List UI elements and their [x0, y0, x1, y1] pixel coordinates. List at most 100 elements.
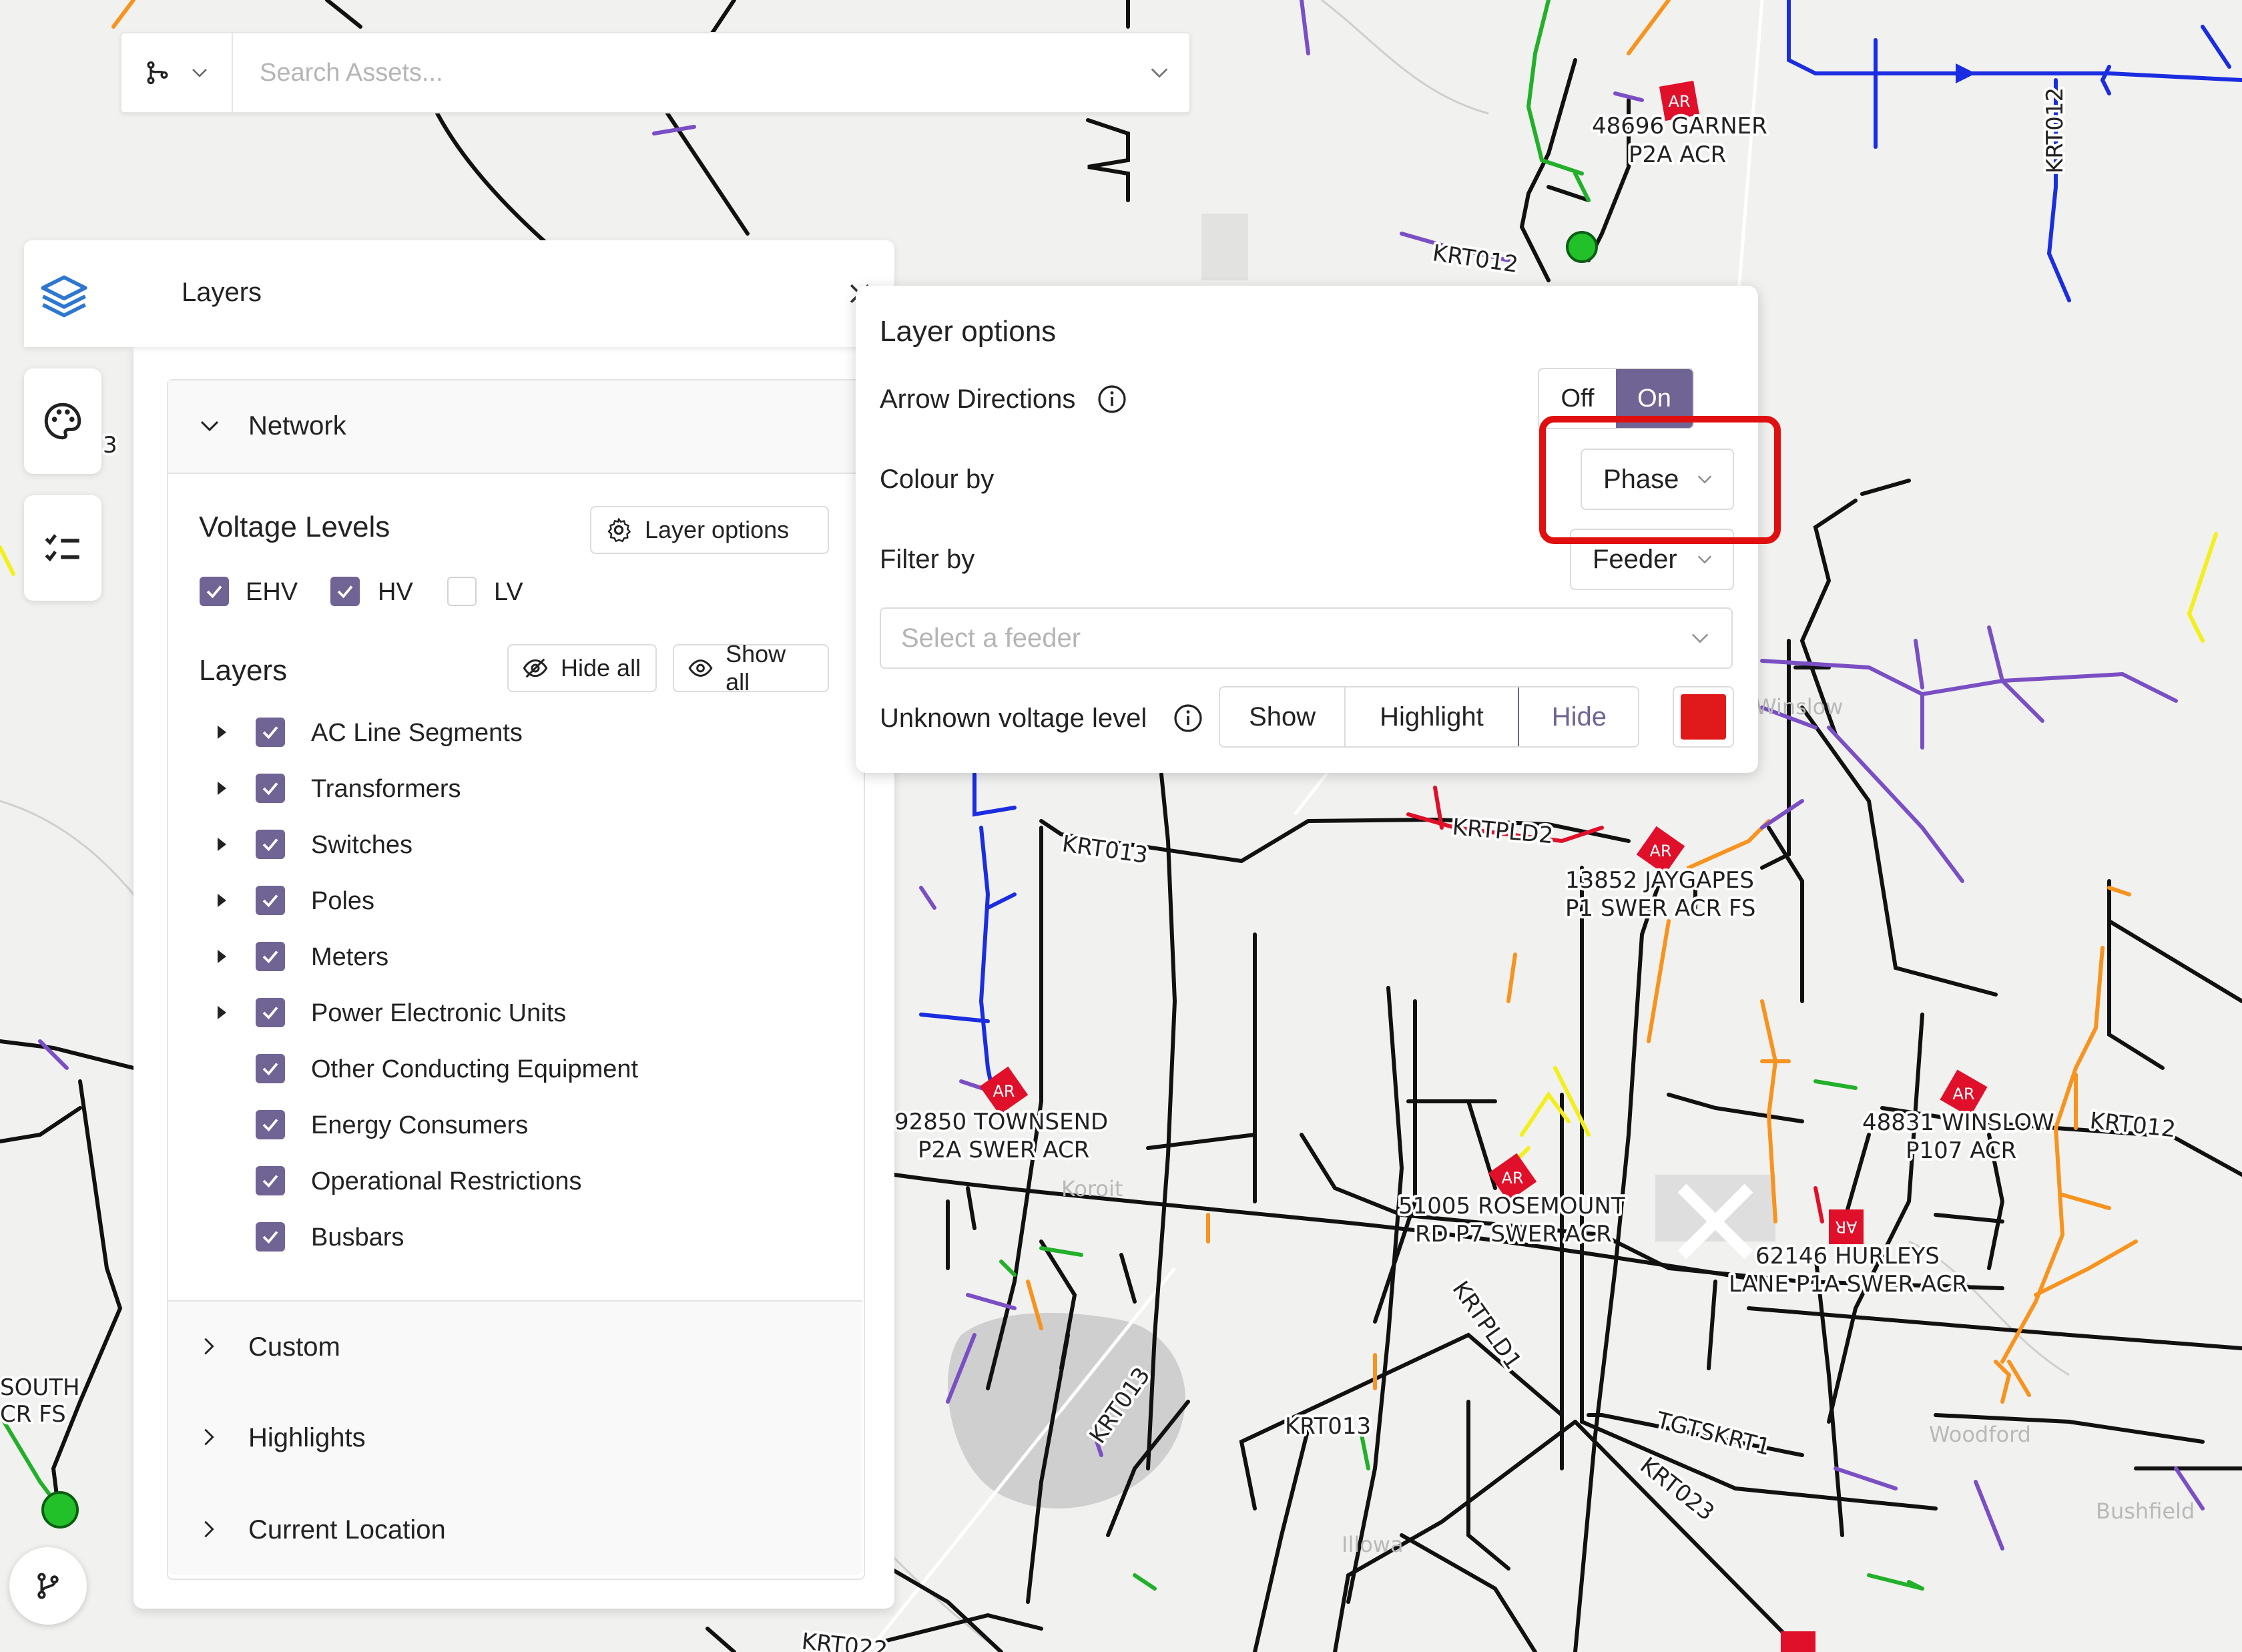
unknown-voltage-show[interactable]: Show: [1220, 687, 1346, 746]
map-label: LANE P1A SWER ACR: [1729, 1271, 1968, 1298]
layer-label: Other Conducting Equipment: [311, 1055, 639, 1083]
expand-caret-icon[interactable]: [218, 894, 226, 907]
filter-by-value: Feeder: [1593, 544, 1677, 574]
place-label: Bushfield: [2096, 1498, 2195, 1524]
checklist-button[interactable]: [24, 495, 101, 601]
layers-icon[interactable]: [39, 271, 89, 322]
arrow-directions-toggle[interactable]: Off On: [1538, 368, 1694, 429]
check-icon: [262, 1007, 278, 1020]
layer-label: Transformers: [311, 775, 461, 803]
map-label: P2A SWER ACR: [918, 1137, 1089, 1163]
layer-label: AC Line Segments: [311, 719, 523, 747]
palette-button[interactable]: [24, 368, 101, 474]
map-label: 3: [103, 432, 117, 459]
layers-panel-header: [24, 240, 894, 347]
checkbox-layer[interactable]: [256, 1110, 285, 1139]
filter-by-select[interactable]: Feeder: [1570, 529, 1734, 590]
check-icon: [262, 894, 278, 908]
checkbox-ehv[interactable]: [200, 577, 229, 606]
place-label: Woodford: [1929, 1422, 2031, 1447]
map-label: KRT013: [1285, 1413, 1371, 1440]
section-label: Custom: [248, 1332, 340, 1362]
chevron-right-icon: [204, 1338, 214, 1355]
chevron-right-icon: [204, 1521, 214, 1538]
expand-caret-icon[interactable]: [218, 950, 226, 963]
layer-options-label: Layer options: [645, 516, 790, 543]
checkbox-layer[interactable]: [256, 718, 285, 747]
map-label: 92850 TOWNSEND: [894, 1109, 1108, 1135]
map-label: RD P7 SWER ACR: [1415, 1221, 1612, 1248]
search-mode-selector[interactable]: [121, 33, 233, 112]
chevron-down-icon: [192, 69, 207, 77]
hide-all-label: Hide all: [561, 654, 641, 681]
checklist-icon: [45, 534, 79, 562]
colour-by-value: Phase: [1603, 464, 1679, 494]
branch-icon: [37, 1573, 59, 1599]
check-icon: [262, 950, 278, 964]
check-icon: [262, 1231, 278, 1244]
hide-all-button[interactable]: Hide all: [507, 644, 657, 692]
highlights-section-header[interactable]: Highlights: [168, 1392, 862, 1486]
info-icon[interactable]: [1172, 702, 1204, 734]
check-icon: [206, 585, 222, 599]
unknown-voltage-label: Unknown voltage level: [880, 704, 1147, 733]
unknown-voltage-segmented-control[interactable]: Show Highlight Hide: [1219, 686, 1639, 748]
check-icon: [262, 1063, 278, 1076]
branch-icon: [147, 61, 168, 85]
checkbox-layer[interactable]: [256, 886, 285, 915]
search-input[interactable]: [233, 57, 1129, 88]
voltage-label-ehv: EHV: [246, 578, 298, 606]
layer-options-button[interactable]: Layer options: [590, 506, 829, 554]
svg-text:AR: AR: [1649, 842, 1671, 860]
search-dropdown-toggle[interactable]: [1129, 61, 1189, 84]
map-label: 13852 JAYGAPES: [1565, 867, 1754, 894]
unknown-voltage-hide[interactable]: Hide: [1517, 687, 1638, 746]
unknown-voltage-highlight[interactable]: Highlight: [1346, 687, 1519, 746]
map-label: 51005 ROSEMOUNT: [1398, 1193, 1625, 1219]
network-trace-button[interactable]: [9, 1547, 87, 1625]
unknown-voltage-colour-picker[interactable]: [1673, 686, 1734, 748]
map-label: P1 SWER ACR FS: [1565, 895, 1755, 922]
expand-caret-icon[interactable]: [218, 1006, 226, 1019]
expand-caret-icon[interactable]: [218, 782, 226, 795]
filter-by-label: Filter by: [880, 545, 975, 574]
layers-subtitle: Layers: [199, 654, 288, 687]
checkbox-layer[interactable]: [256, 998, 285, 1027]
chevron-down-icon: [200, 421, 219, 432]
recloser-icon[interactable]: [1781, 1631, 1815, 1652]
toggle-off[interactable]: Off: [1539, 369, 1616, 428]
eye-icon: [688, 659, 713, 677]
checkbox-lv[interactable]: [447, 577, 477, 606]
layer-label: Busbars: [311, 1223, 404, 1252]
toggle-on[interactable]: On: [1616, 369, 1693, 428]
current-location-section-header[interactable]: Current Location: [168, 1484, 862, 1575]
recloser-icon[interactable]: AR: [1829, 1209, 1864, 1244]
check-icon: [262, 782, 278, 796]
map-label: CR FS: [0, 1401, 66, 1428]
check-icon: [262, 1119, 278, 1132]
map-label: P2A ACR: [1629, 142, 1726, 168]
feeder-select[interactable]: Select a feeder: [880, 607, 1733, 669]
colour-by-select[interactable]: Phase: [1581, 449, 1734, 510]
custom-section-header[interactable]: Custom: [168, 1300, 862, 1395]
check-icon: [262, 726, 278, 740]
show-all-button[interactable]: Show all: [673, 640, 829, 696]
chevron-down-icon: [1691, 633, 1709, 643]
layer-label: Energy Consumers: [311, 1111, 529, 1139]
checkbox-layer[interactable]: [256, 774, 285, 803]
checkbox-layer[interactable]: [256, 1166, 285, 1195]
check-icon: [337, 585, 353, 599]
checkbox-layer[interactable]: [256, 1222, 285, 1252]
map-label: 48696 GARNER: [1592, 113, 1767, 140]
checkbox-layer[interactable]: [256, 942, 285, 971]
checkbox-layer[interactable]: [256, 1054, 285, 1083]
layer-label: Operational Restrictions: [311, 1167, 582, 1195]
expand-caret-icon[interactable]: [218, 838, 226, 851]
expand-caret-icon[interactable]: [218, 726, 226, 739]
map-label: 62146 HURLEYS: [1755, 1243, 1940, 1270]
voltage-label-hv: HV: [378, 578, 413, 606]
checkbox-layer[interactable]: [256, 830, 285, 859]
checkbox-hv[interactable]: [330, 577, 360, 606]
info-icon[interactable]: [1096, 383, 1128, 415]
network-section-header[interactable]: Network: [168, 380, 864, 474]
